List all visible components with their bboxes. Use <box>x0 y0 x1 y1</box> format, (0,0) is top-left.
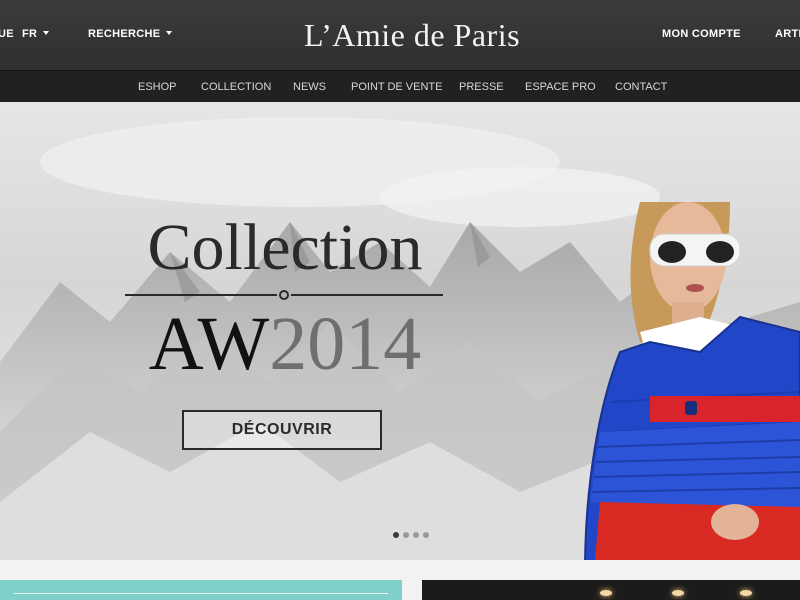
hero-subtitle: AW2014 <box>130 306 440 382</box>
promo-tile-dark[interactable] <box>422 580 800 600</box>
hero-slider: Collection AW2014 DÉCOUVRIR <box>0 102 800 560</box>
slide-dot-4[interactable] <box>423 532 429 538</box>
nav-item-presse[interactable]: PRESSE <box>459 81 504 93</box>
top-bar: UE FR RECHERCHE L’Amie de Paris MON COMP… <box>0 0 800 70</box>
light-decoration <box>740 590 752 596</box>
nav-item-news[interactable]: NEWS <box>293 81 326 93</box>
promo-tile-teal[interactable] <box>0 580 402 600</box>
discover-button[interactable]: DÉCOUVRIR <box>182 410 382 450</box>
slide-dot-2[interactable] <box>403 532 409 538</box>
nav-item-point-de-vente[interactable]: POINT DE VENTE <box>351 81 442 93</box>
main-nav: ESHOP COLLECTION NEWS POINT DE VENTE PRE… <box>0 70 800 102</box>
light-decoration <box>600 590 612 596</box>
cart-link-partial[interactable]: ARTI <box>775 28 800 40</box>
slide-dot-1[interactable] <box>393 532 399 538</box>
hero-title: Collection <box>147 211 423 284</box>
divider-ornament <box>125 290 443 300</box>
light-decoration <box>672 590 684 596</box>
hero-subtitle-season: AW <box>148 302 270 386</box>
nav-item-contact[interactable]: CONTACT <box>615 81 667 93</box>
slide-dot-3[interactable] <box>413 532 419 538</box>
slider-pagination <box>393 532 429 538</box>
hero-subtitle-year: 2014 <box>269 302 422 386</box>
my-account-link[interactable]: MON COMPTE <box>662 28 741 40</box>
nav-item-collection[interactable]: COLLECTION <box>201 81 271 93</box>
nav-item-eshop[interactable]: ESHOP <box>138 81 177 93</box>
nav-item-espace-pro[interactable]: ESPACE PRO <box>525 81 596 93</box>
